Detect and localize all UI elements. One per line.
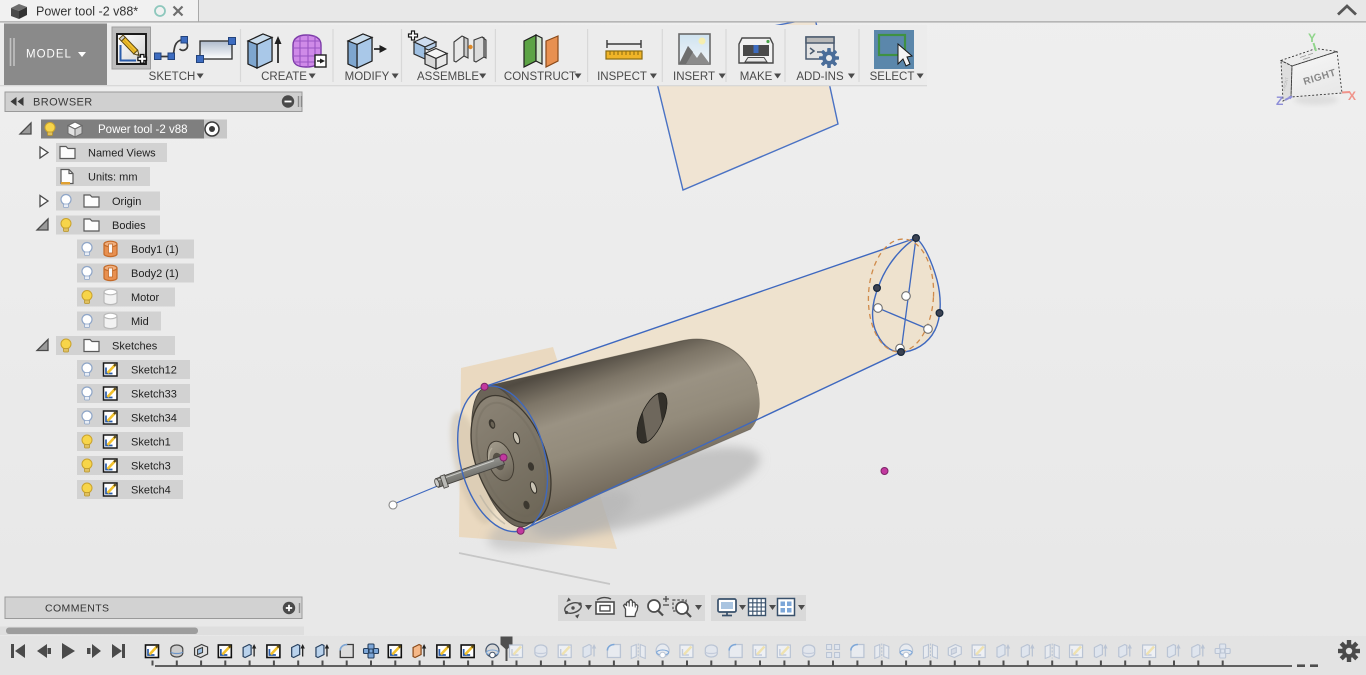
svg-text:Origin: Origin bbox=[112, 196, 141, 208]
svg-text:MODIFY: MODIFY bbox=[345, 71, 390, 83]
svg-text:ADD-INS: ADD-INS bbox=[796, 71, 844, 83]
svg-text:Mid: Mid bbox=[131, 316, 149, 328]
svg-text:Power tool -2 v88: Power tool -2 v88 bbox=[98, 124, 188, 136]
svg-text:Named Views: Named Views bbox=[88, 148, 156, 160]
svg-text:Body2 (1): Body2 (1) bbox=[131, 268, 179, 280]
svg-text:SKETCH: SKETCH bbox=[149, 71, 196, 83]
svg-text:Units: mm: Units: mm bbox=[88, 172, 138, 184]
svg-text:INSPECT: INSPECT bbox=[597, 71, 647, 83]
svg-text:Body1 (1): Body1 (1) bbox=[131, 244, 179, 256]
svg-text:Sketches: Sketches bbox=[112, 341, 158, 353]
svg-text:INSERT: INSERT bbox=[673, 71, 715, 83]
svg-text:Sketch3: Sketch3 bbox=[131, 461, 171, 473]
svg-text:Y: Y bbox=[1308, 31, 1316, 45]
svg-text:MAKE: MAKE bbox=[740, 71, 773, 83]
svg-text:CONSTRUCT: CONSTRUCT bbox=[504, 71, 576, 83]
svg-text:Sketch4: Sketch4 bbox=[131, 485, 171, 497]
svg-text:BROWSER: BROWSER bbox=[33, 97, 93, 109]
svg-text:ASSEMBLE: ASSEMBLE bbox=[417, 71, 479, 83]
svg-text:Bodies: Bodies bbox=[112, 220, 146, 232]
svg-text:MODEL: MODEL bbox=[26, 49, 72, 61]
svg-text:Sketch1: Sketch1 bbox=[131, 437, 171, 449]
svg-text:CREATE: CREATE bbox=[261, 71, 307, 83]
svg-text:Power tool -2 v88*: Power tool -2 v88* bbox=[36, 5, 138, 19]
svg-text:SELECT: SELECT bbox=[870, 71, 915, 83]
svg-text:Sketch12: Sketch12 bbox=[131, 365, 177, 377]
svg-text:Sketch34: Sketch34 bbox=[131, 413, 177, 425]
svg-text:Z: Z bbox=[1276, 94, 1283, 108]
svg-text:COMMENTS: COMMENTS bbox=[45, 603, 109, 615]
svg-text:Sketch33: Sketch33 bbox=[131, 389, 177, 401]
svg-text:Motor: Motor bbox=[131, 292, 159, 304]
